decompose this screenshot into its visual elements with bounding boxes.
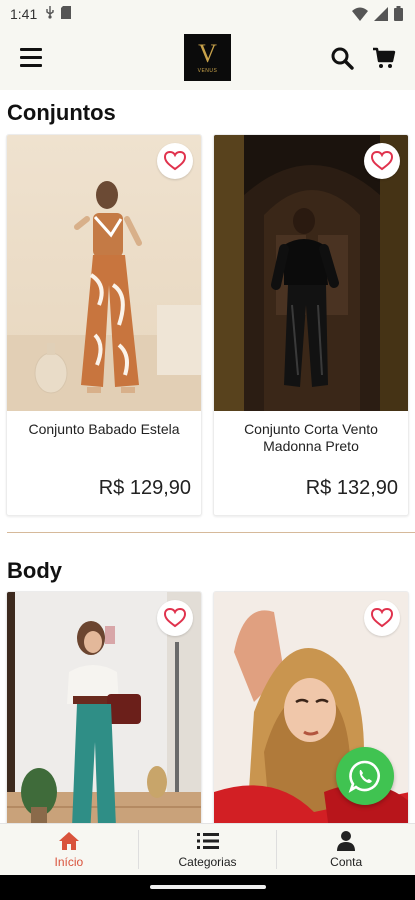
whatsapp-button[interactable] [336,747,394,805]
nav-item-categorias[interactable]: Categorias [139,824,277,875]
nav-item-inicio[interactable]: Início [0,824,138,875]
signal-icon [374,6,388,24]
brand-logo[interactable]: V VENUS [184,34,231,81]
heart-icon [164,608,186,628]
nav-label: Categorias [178,855,237,869]
system-nav-bar [0,875,415,900]
list-icon [196,833,219,849]
heart-icon [164,151,186,171]
app-bar: V VENUS [0,28,415,90]
favorite-button[interactable] [364,600,400,636]
heart-icon [371,151,393,171]
product-image[interactable] [7,135,201,411]
favorite-button[interactable] [157,143,193,179]
section-title-conjuntos: Conjuntos [7,100,116,125]
usb-icon [45,6,55,22]
hamburger-line [20,64,42,67]
battery-icon [394,6,403,24]
section-divider [7,532,415,533]
search-icon [331,47,354,70]
nav-label: Início [54,855,84,869]
sd-card-icon [61,6,72,22]
favorite-button[interactable] [364,143,400,179]
product-card[interactable]: Conjunto Babado Estela R$ 129,90 [6,134,202,516]
whatsapp-icon [348,760,380,793]
heart-icon [371,608,393,628]
product-image[interactable] [7,592,201,823]
product-price: R$ 129,90 [98,477,191,499]
search-button[interactable] [330,46,354,70]
menu-button[interactable] [20,48,42,68]
product-name: Conjunto Corta Vento Madonna Preto [244,421,378,454]
product-price: R$ 132,90 [305,477,398,499]
cart-icon [373,47,396,68]
status-right [352,6,403,24]
product-card[interactable] [6,591,202,823]
hamburger-icon [20,48,42,51]
nav-item-conta[interactable]: Conta [277,824,415,875]
product-image[interactable] [214,135,408,411]
content-scroll[interactable]: Conjuntos Conjunto Babado Estela R$ 129,… [0,90,415,823]
status-bar: 1:41 [0,0,415,28]
product-name: Conjunto Babado Estela [28,421,180,437]
cart-button[interactable] [372,46,396,70]
nav-label: Conta [330,855,363,869]
product-card[interactable]: Conjunto Corta Vento Madonna Preto R$ 13… [213,134,409,516]
status-time: 1:41 [10,6,38,22]
logo-subtitle: VENUS [197,68,218,74]
home-gesture-bar[interactable] [150,885,266,889]
favorite-button[interactable] [157,600,193,636]
home-icon [58,832,79,850]
section-title-body: Body [7,558,62,583]
logo-letter: V [198,39,217,68]
person-icon [337,831,356,851]
hamburger-line [20,56,42,59]
wifi-icon [352,7,368,24]
bottom-nav: Início Categorias Conta [0,823,415,875]
